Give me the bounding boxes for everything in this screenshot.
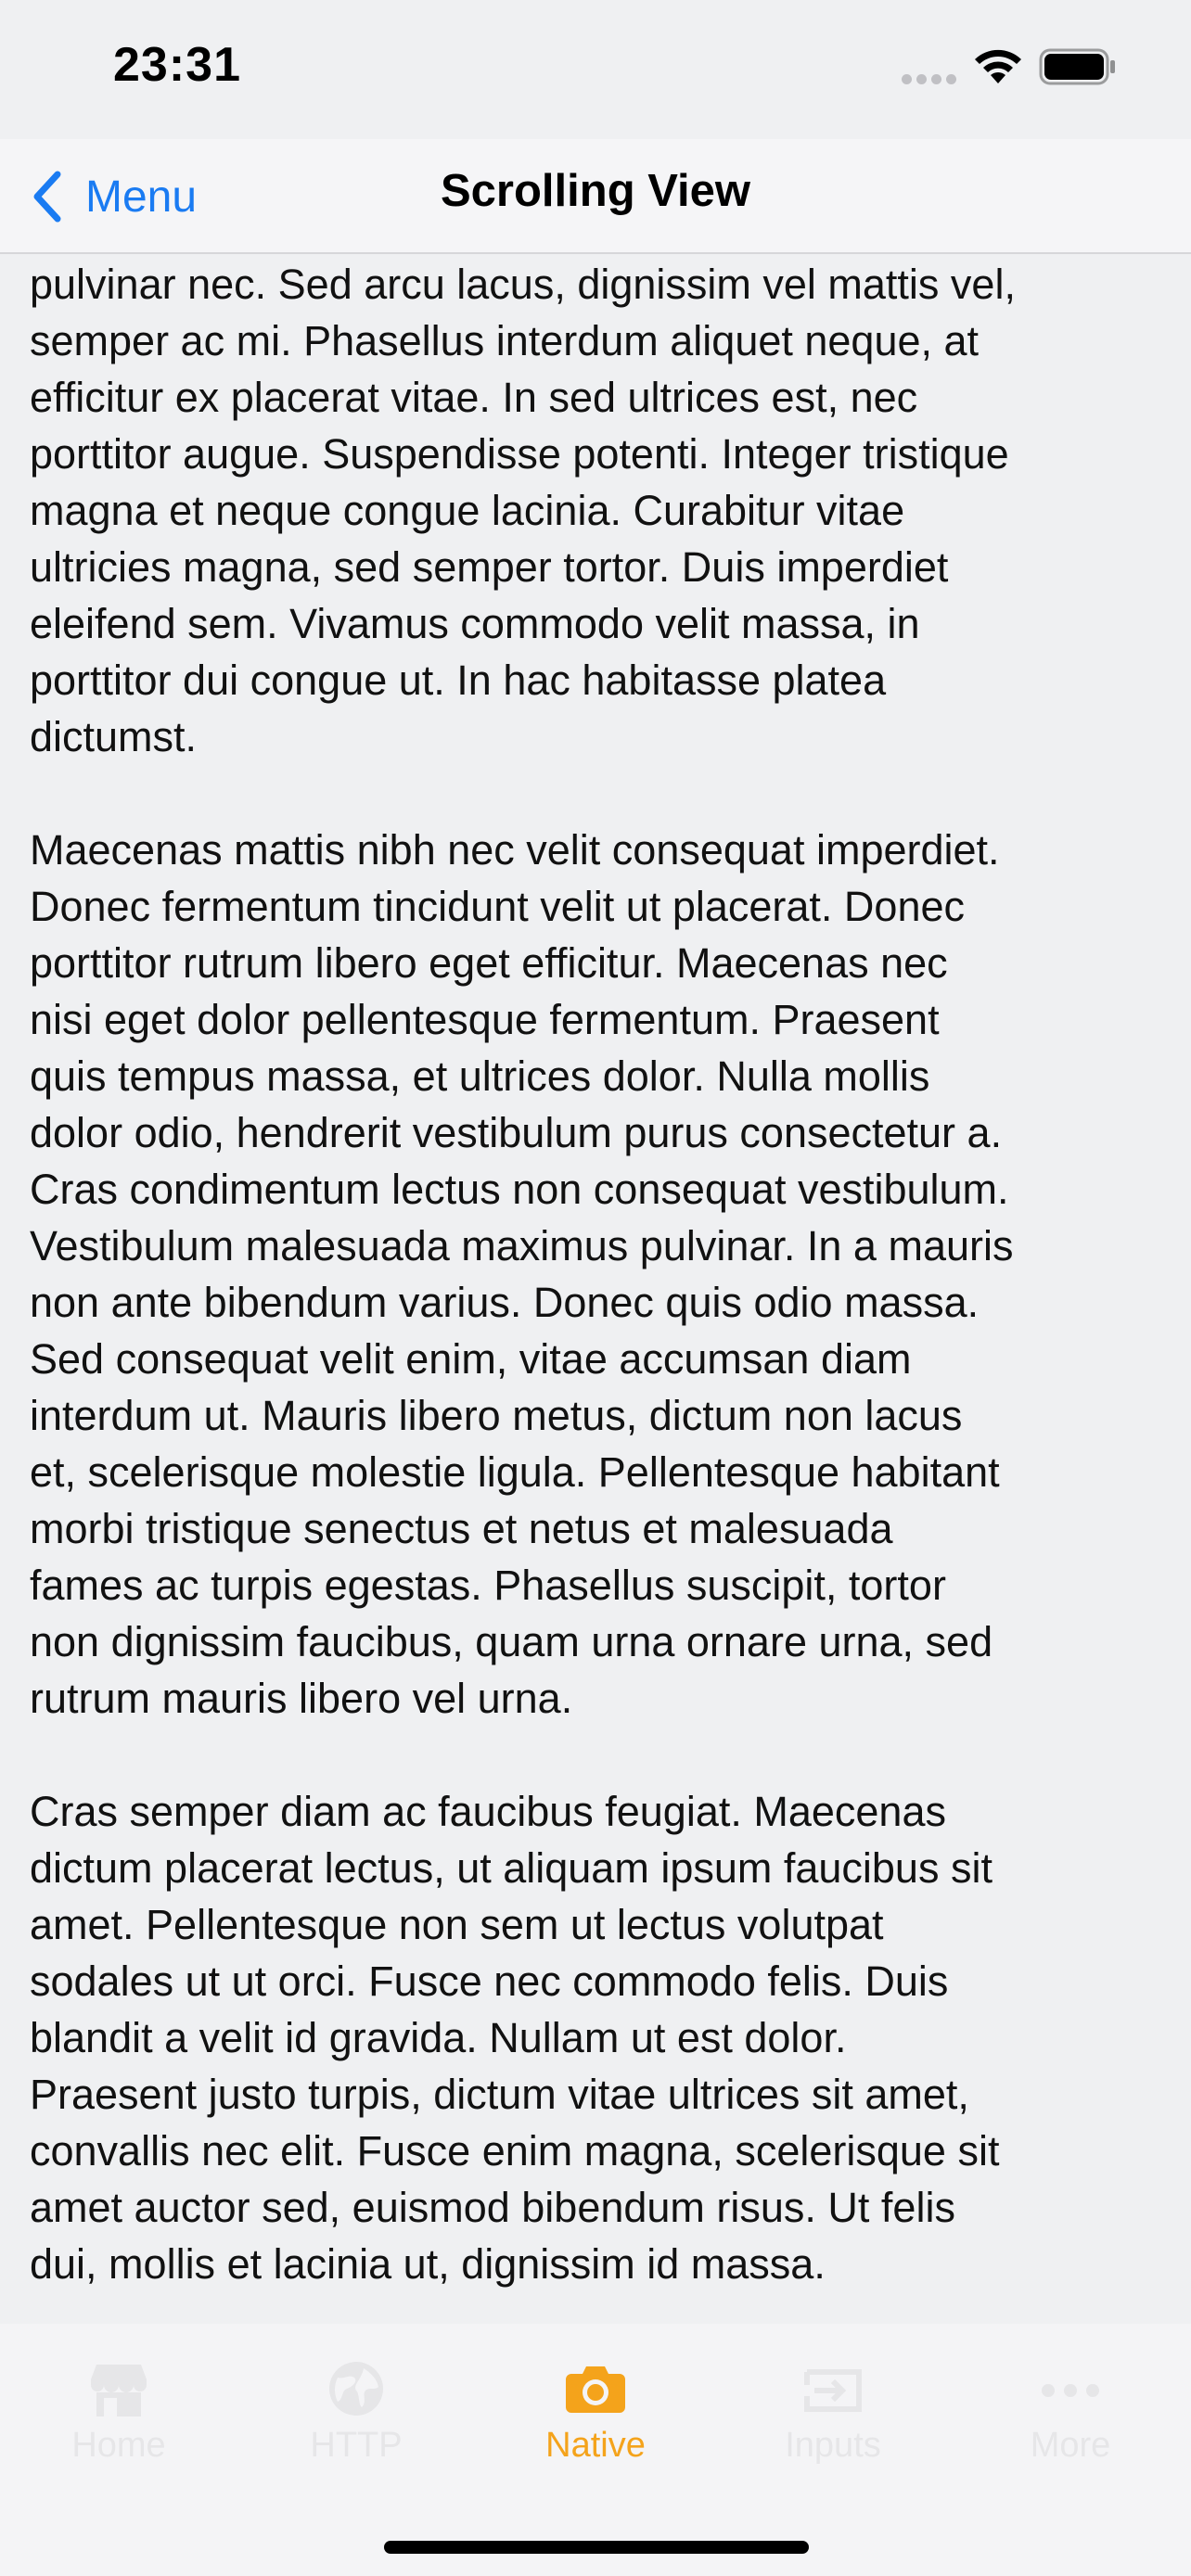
text-body: pulvinar nec. Sed arcu lacus, dignissim …: [30, 256, 1171, 2292]
tab-label: More: [1030, 2426, 1111, 2465]
paragraph: Maecenas mattis nibh nec velit consequat…: [30, 826, 1014, 1722]
tab-home[interactable]: Home: [26, 2359, 211, 2498]
tab-inputs[interactable]: Inputs: [740, 2359, 926, 2498]
cellular-signal-icon: [902, 74, 957, 85]
paragraph: pulvinar nec. Sed arcu lacus, dignissim …: [30, 261, 1016, 760]
tab-more[interactable]: More: [978, 2359, 1163, 2498]
scroll-view[interactable]: pulvinar nec. Sed arcu lacus, dignissim …: [0, 256, 1191, 2324]
globe-icon: [329, 2362, 383, 2416]
battery-icon: [1039, 48, 1115, 85]
camera-icon: [566, 2366, 625, 2413]
tab-label: Inputs: [785, 2426, 881, 2465]
tab-label: Home: [71, 2426, 166, 2465]
home-indicator: [384, 2541, 809, 2554]
status-time: 23:31: [113, 38, 241, 92]
tab-label: HTTP: [310, 2426, 403, 2465]
wifi-icon: [975, 49, 1021, 83]
app-screen: 23:31 Menu Scrolling View pulvinar nec. …: [0, 0, 1191, 2576]
page-title: Scrolling View: [440, 166, 751, 216]
tab-label: Native: [545, 2426, 646, 2465]
status-bar: 23:31: [0, 0, 1191, 139]
navigation-bar: Menu Scrolling View: [0, 139, 1191, 254]
tab-native[interactable]: Native: [503, 2359, 688, 2498]
input-arrow-icon: [804, 2369, 862, 2412]
more-dots-icon: [1042, 2384, 1099, 2397]
tab-bar: Home HTTP Native Inputs More: [0, 2324, 1191, 2576]
tab-http[interactable]: HTTP: [263, 2359, 449, 2498]
store-icon: [91, 2365, 147, 2417]
paragraph: Cras semper diam ac faucibus feugiat. Ma…: [30, 1788, 1000, 2288]
